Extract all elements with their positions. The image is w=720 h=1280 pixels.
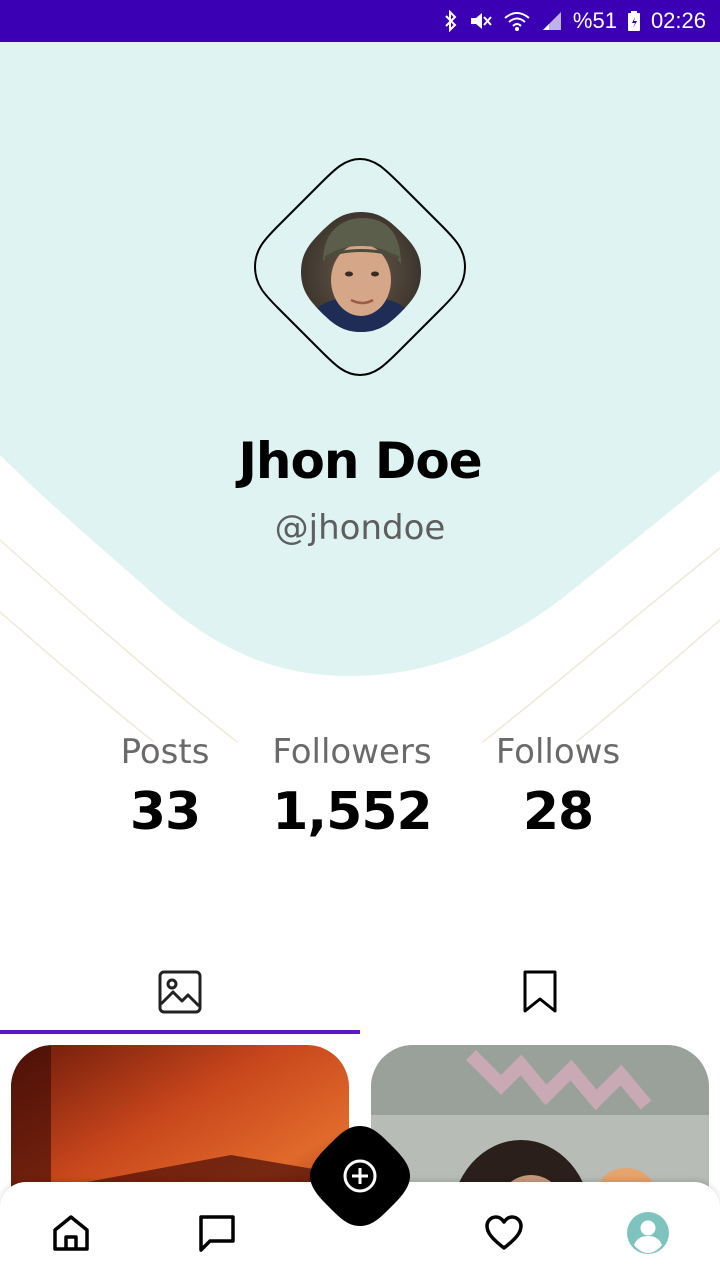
clock: 02:26 bbox=[650, 8, 706, 33]
wifi-icon bbox=[503, 10, 531, 32]
battery-icon bbox=[627, 10, 641, 32]
status-bar: %51 02:26 bbox=[0, 0, 720, 42]
heart-icon bbox=[485, 1215, 523, 1250]
tab-photos[interactable] bbox=[0, 960, 360, 1034]
stat-value: 28 bbox=[522, 782, 594, 842]
content-tabs bbox=[0, 960, 720, 1034]
nav-messages[interactable] bbox=[192, 1208, 242, 1258]
battery-percent: %51 bbox=[572, 8, 617, 33]
bluetooth-icon bbox=[443, 10, 459, 32]
stat-followers[interactable]: Followers 1,552 bbox=[252, 732, 452, 842]
stat-label: Posts bbox=[120, 732, 210, 772]
add-circle-icon bbox=[310, 1126, 410, 1226]
avatar bbox=[301, 212, 421, 332]
stat-posts[interactable]: Posts 33 bbox=[100, 732, 230, 842]
nav-likes[interactable] bbox=[479, 1208, 529, 1258]
nav-profile[interactable] bbox=[623, 1208, 673, 1258]
home-icon bbox=[53, 1215, 89, 1251]
nav-home[interactable] bbox=[46, 1208, 96, 1258]
profile-header-background bbox=[0, 42, 720, 742]
stat-label: Followers bbox=[272, 732, 432, 772]
stat-value: 1,552 bbox=[272, 782, 432, 842]
active-tab-indicator bbox=[0, 1030, 360, 1034]
signal-icon bbox=[541, 10, 563, 32]
profile-icon bbox=[627, 1212, 669, 1254]
profile-name: Jhon Doe bbox=[238, 432, 482, 490]
chat-icon bbox=[199, 1215, 235, 1252]
add-post-button[interactable] bbox=[310, 1126, 410, 1226]
image-icon bbox=[158, 970, 202, 1014]
bookmark-icon bbox=[523, 970, 557, 1013]
stat-value: 33 bbox=[129, 782, 201, 842]
tab-saved[interactable] bbox=[360, 960, 720, 1034]
mute-icon bbox=[469, 10, 493, 32]
avatar-container[interactable] bbox=[253, 157, 467, 377]
stat-label: Follows bbox=[495, 732, 621, 772]
stat-follows[interactable]: Follows 28 bbox=[478, 732, 638, 842]
profile-handle: @jhondoe bbox=[274, 508, 446, 548]
